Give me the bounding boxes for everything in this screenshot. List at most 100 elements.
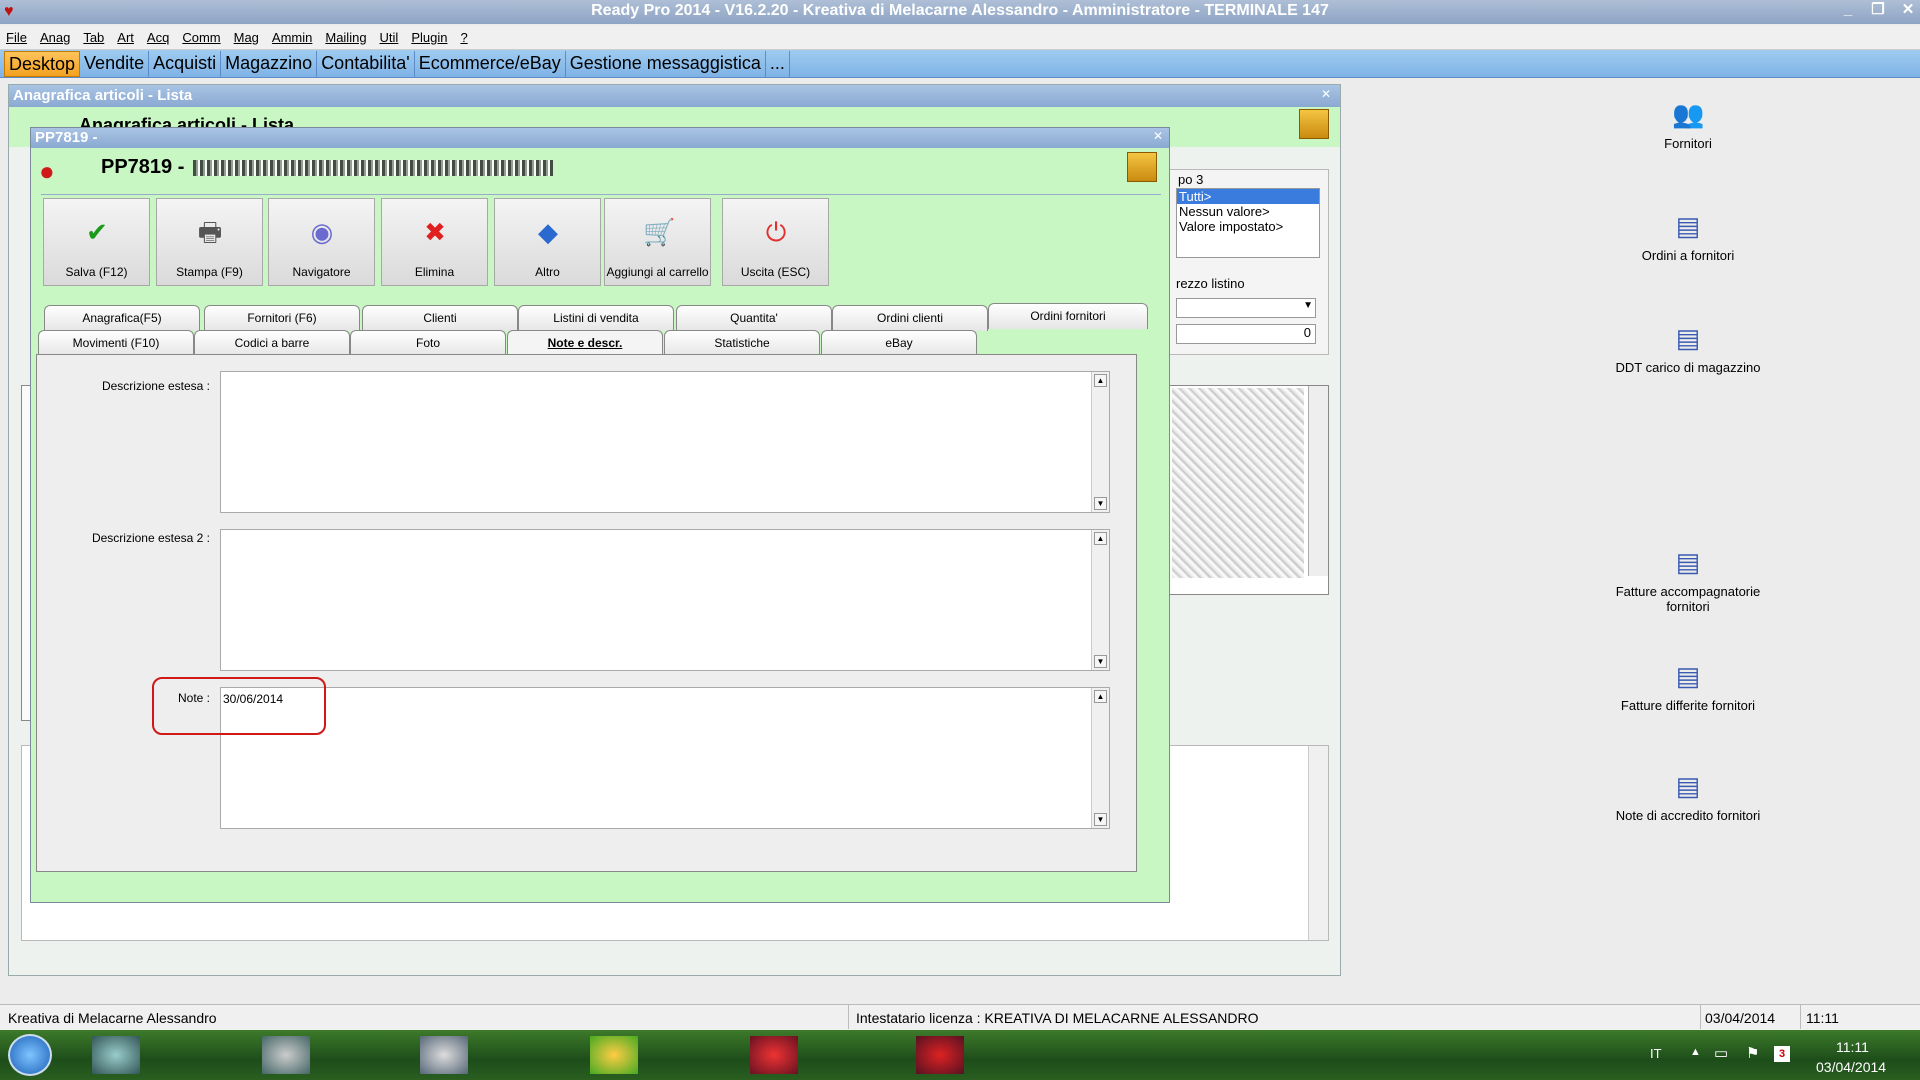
printer-button[interactable]: 🖶 Stampa (F9) (156, 198, 263, 286)
taskbar-app-3[interactable] (420, 1036, 468, 1074)
desc2-scrollbar[interactable]: ▲ ▼ (1091, 530, 1109, 670)
menu-item[interactable]: Mailing (325, 30, 366, 45)
module-tab[interactable]: Vendite (80, 51, 150, 77)
detail-close-icon[interactable]: ✕ (1153, 129, 1163, 143)
exit-button[interactable]: ⏻ Uscita (ESC) (722, 198, 829, 286)
desc1-textarea[interactable]: ▲ ▼ (220, 371, 1110, 513)
taskbar-app-1[interactable] (92, 1036, 140, 1074)
notification-badge[interactable]: 3 (1774, 1046, 1790, 1062)
desktop-icon[interactable]: ▤ Fatture differite fornitori (1613, 660, 1763, 713)
check-button[interactable]: ✔ Salva (F12) (43, 198, 150, 286)
scroll-up-icon[interactable]: ▲ (1094, 690, 1107, 703)
filter-option[interactable]: Valore impostato> (1177, 219, 1319, 234)
taskbar-app-5[interactable] (750, 1036, 798, 1074)
lower-scrollbar[interactable] (1308, 746, 1328, 940)
price-input[interactable]: 0 (1176, 324, 1316, 344)
scroll-down-icon[interactable]: ▼ (1094, 655, 1107, 668)
start-button[interactable] (8, 1034, 52, 1076)
minimize-icon[interactable]: _ (1836, 2, 1860, 20)
book-button[interactable]: ◆ Altro (494, 198, 601, 286)
desktop-icon-label: DDT carico di magazzino (1615, 360, 1761, 375)
scroll-up-icon[interactable]: ▲ (1094, 532, 1107, 545)
desktop-icon[interactable]: ▤ Fatture accompagnatorie fornitori (1613, 546, 1763, 614)
menu-item[interactable]: File (6, 30, 27, 45)
taskbar-app-6[interactable] (916, 1036, 964, 1074)
module-tab[interactable]: Gestione messaggistica (566, 51, 766, 77)
tab-row2[interactable]: eBay (821, 330, 977, 356)
price-dropdown[interactable]: ▼ (1176, 298, 1316, 318)
status-date: 03/04/2014 (1705, 1010, 1776, 1026)
module-tab[interactable]: Acquisti (149, 51, 222, 77)
language-indicator[interactable]: IT (1650, 1046, 1662, 1061)
menu-item[interactable]: ? (460, 30, 467, 45)
scroll-down-icon[interactable]: ▼ (1094, 497, 1107, 510)
list-window-title: Anagrafica articoli - Lista (9, 85, 1340, 107)
box-icon[interactable] (1299, 109, 1329, 139)
box-icon[interactable] (1127, 152, 1157, 182)
button-label: Altro (535, 265, 560, 279)
tab-row1[interactable]: Ordini fornitori (988, 303, 1148, 329)
desktop-icon[interactable]: 👥 Fornitori (1613, 98, 1763, 151)
desktop-icon-label: Ordini a fornitori (1641, 248, 1735, 263)
tab-row1[interactable]: Fornitori (F6) (204, 305, 360, 331)
button-label: Elimina (414, 265, 455, 279)
exit-icon: ⏻ (765, 217, 787, 247)
tab-row2[interactable]: Movimenti (F10) (38, 330, 194, 356)
button-label: Uscita (ESC) (740, 265, 811, 279)
menu-item[interactable]: Ammin (272, 30, 312, 45)
status-time: 11:11 (1806, 1010, 1839, 1026)
tab-row2[interactable]: Foto (350, 330, 506, 356)
tab-row1[interactable]: Listini di vendita (518, 305, 674, 331)
tab-row1[interactable]: Clienti (362, 305, 518, 331)
flag-icon[interactable]: ⚑ (1746, 1044, 1759, 1062)
desktop-icon[interactable]: ▤ Note di accredito fornitori (1613, 770, 1763, 823)
module-tab[interactable]: Magazzino (221, 51, 318, 77)
taskbar-app-4[interactable] (590, 1036, 638, 1074)
desktop-icon[interactable]: ▤ DDT carico di magazzino (1613, 322, 1763, 375)
tab-row2[interactable]: Codici a barre (194, 330, 350, 356)
filter-option[interactable]: Tutti> (1177, 189, 1319, 204)
menu-item[interactable]: Anag (40, 30, 70, 45)
desktop-icon[interactable]: ▤ Ordini a fornitori (1613, 210, 1763, 263)
tab-row1[interactable]: Ordini clienti (832, 305, 988, 331)
module-tab[interactable]: Desktop (4, 51, 81, 77)
module-tab[interactable]: Ecommerce/eBay (415, 51, 566, 77)
network-icon[interactable]: ▭ (1714, 1044, 1728, 1062)
taskbar-app-2[interactable] (262, 1036, 310, 1074)
restore-icon[interactable]: ❐ (1866, 2, 1890, 20)
filter-option[interactable]: Nessun valore> (1177, 204, 1319, 219)
scroll-down-icon[interactable]: ▼ (1094, 813, 1107, 826)
tab-row2[interactable]: Note e descr. (507, 330, 663, 356)
button-label: Stampa (F9) (176, 265, 243, 279)
cart-button[interactable]: 🛒 Aggiungi al carrello (604, 198, 711, 286)
preview-scrollbar[interactable] (1308, 386, 1328, 576)
module-tab[interactable]: ... (766, 51, 790, 77)
list-close-icon[interactable]: ✕ (1321, 87, 1331, 101)
clock-time[interactable]: 11:11 (1836, 1039, 1869, 1055)
menu-item[interactable]: Plugin (411, 30, 447, 45)
navigator-button[interactable]: ◉ Navigatore (268, 198, 375, 286)
desc1-label: Descrizione estesa : (101, 379, 210, 393)
clock-date[interactable]: 03/04/2014 (1816, 1059, 1886, 1075)
close-icon[interactable]: ✕ (1896, 2, 1920, 20)
note-textarea[interactable]: 30/06/2014 ▲ ▼ (220, 687, 1110, 829)
check-icon: ✔ (86, 217, 108, 247)
menu-item[interactable]: Tab (83, 30, 104, 45)
menu-item[interactable]: Comm (182, 30, 220, 45)
tab-row1[interactable]: Anagrafica(F5) (44, 305, 200, 331)
menu-item[interactable]: Util (380, 30, 399, 45)
module-tab[interactable]: Contabilita' (317, 51, 415, 77)
desc1-scrollbar[interactable]: ▲ ▼ (1091, 372, 1109, 512)
product-image-preview (1169, 385, 1329, 595)
menu-item[interactable]: Acq (147, 30, 169, 45)
scroll-up-icon[interactable]: ▲ (1094, 374, 1107, 387)
tray-expand-icon[interactable]: ▲ (1690, 1046, 1701, 1058)
note-scrollbar[interactable]: ▲ ▼ (1091, 688, 1109, 828)
menu-item[interactable]: Art (117, 30, 134, 45)
tab-row1[interactable]: Quantita' (676, 305, 832, 331)
menu-item[interactable]: Mag (234, 30, 259, 45)
desc2-textarea[interactable]: ▲ ▼ (220, 529, 1110, 671)
tab-row2[interactable]: Statistiche (664, 330, 820, 356)
delete-button[interactable]: ✖ Elimina (381, 198, 488, 286)
filter-list[interactable]: Tutti> Nessun valore> Valore impostato> (1176, 188, 1320, 258)
